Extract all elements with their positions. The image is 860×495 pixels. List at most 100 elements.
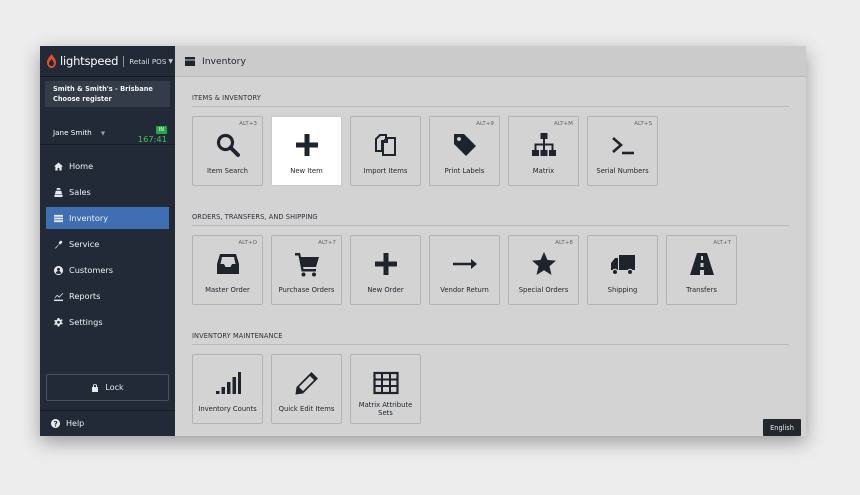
page-title: Inventory: [202, 55, 246, 67]
chevron-down-icon: ▼: [168, 57, 174, 65]
chart-icon: [53, 291, 64, 302]
truck-icon: [609, 250, 637, 278]
section-title: INVENTORY MAINTENANCE: [192, 332, 789, 345]
search-icon: [214, 131, 242, 159]
clock-in-badge: IN: [155, 125, 167, 134]
print-labels-button[interactable]: ALT+9 Print Labels: [429, 116, 500, 186]
sidebar-item-label: Customers: [69, 265, 114, 275]
shortcut-label: ALT+7: [318, 240, 336, 246]
shortcut-label: ALT+8: [555, 240, 573, 246]
lock-icon: [92, 384, 99, 392]
language-selector[interactable]: English: [763, 419, 801, 436]
sidebar-item-service[interactable]: Service: [46, 233, 169, 255]
sidebar-item-home[interactable]: Home: [46, 155, 169, 177]
wrench-icon: [53, 239, 64, 250]
quick-edit-items-button[interactable]: Quick Edit Items: [271, 354, 342, 424]
inventory-icon: [53, 213, 64, 224]
import-items-button[interactable]: Import Items: [350, 116, 421, 186]
product-name: Retail POS: [129, 56, 167, 66]
lock-button[interactable]: Lock: [46, 374, 169, 401]
tile-label: Inventory Counts: [198, 405, 257, 413]
serial-numbers-button[interactable]: ALT+S Serial Numbers: [587, 116, 658, 186]
time-clock[interactable]: IN 167:41: [138, 116, 167, 144]
road-icon: [688, 250, 716, 278]
tile-label: Print Labels: [444, 167, 485, 175]
item-search-button[interactable]: ALT+3 Item Search: [192, 116, 263, 186]
tile-label: Vendor Return: [440, 286, 489, 294]
shortcut-label: ALT+9: [476, 121, 494, 127]
vendor-return-button[interactable]: Vendor Return: [429, 235, 500, 305]
tile-label: Purchase Orders: [278, 286, 335, 294]
plus-icon: [372, 250, 400, 278]
section-items-inventory: ITEMS & INVENTORY ALT+3 Item Search New …: [192, 94, 789, 186]
gear-icon: [53, 317, 64, 328]
inventory-icon: [185, 56, 195, 66]
sidebar-item-customers[interactable]: Customers: [46, 259, 169, 281]
master-order-button[interactable]: ALT+O Master Order: [192, 235, 263, 305]
register-icon: [53, 187, 64, 198]
store-register-selector[interactable]: Smith & Smith's - Brisbane Choose regist…: [45, 81, 170, 107]
chevron-down-icon: ▼: [100, 131, 106, 137]
main-content: Inventory ITEMS & INVENTORY ALT+3 Item S…: [175, 46, 806, 436]
tile-label: Quick Edit Items: [278, 405, 335, 413]
page-header: Inventory: [175, 46, 806, 77]
sidebar-item-inventory[interactable]: Inventory: [46, 207, 169, 229]
help-button[interactable]: Help: [40, 410, 175, 436]
purchase-orders-button[interactable]: ALT+7 Purchase Orders: [271, 235, 342, 305]
tag-icon: [451, 131, 479, 159]
section-inventory-maintenance: INVENTORY MAINTENANCE Inventory Counts Q…: [192, 332, 789, 424]
section-title: ORDERS, TRANSFERS, AND SHIPPING: [192, 213, 789, 226]
transfers-button[interactable]: ALT+T Transfers: [666, 235, 737, 305]
shortcut-label: ALT+3: [239, 121, 257, 127]
cart-icon: [293, 250, 321, 278]
help-icon: [51, 419, 60, 428]
matrix-attribute-sets-button[interactable]: Matrix Attribute Sets: [350, 354, 421, 424]
shipping-button[interactable]: Shipping: [587, 235, 658, 305]
new-item-button[interactable]: New Item: [271, 116, 342, 186]
sidebar-item-label: Inventory: [69, 213, 109, 223]
sidebar-item-reports[interactable]: Reports: [46, 285, 169, 307]
clock-time: 167:41: [137, 133, 167, 144]
shortcut-label: ALT+T: [713, 240, 731, 246]
brand-header[interactable]: lightspeed Retail POS ▼: [40, 46, 175, 77]
user-name: Jane Smith: [53, 128, 92, 137]
sidebar-item-settings[interactable]: Settings: [46, 311, 169, 333]
tile-label: Matrix Attribute Sets: [358, 401, 413, 417]
tile-label: Special Orders: [518, 286, 569, 294]
user-icon: [53, 265, 64, 276]
shortcut-label: ALT+O: [238, 240, 257, 246]
help-label: Help: [66, 419, 85, 428]
sidebar-item-label: Sales: [69, 187, 91, 197]
sidebar-item-label: Service: [69, 239, 100, 249]
sidebar: lightspeed Retail POS ▼ Smith & Smith's …: [40, 46, 175, 436]
hierarchy-icon: [530, 131, 558, 159]
tile-label: New Item: [290, 167, 323, 175]
brand-name: lightspeed: [60, 54, 119, 68]
tile-label: Shipping: [607, 286, 638, 294]
tile-label: New Order: [367, 286, 404, 294]
store-name: Smith & Smith's - Brisbane: [53, 85, 153, 93]
main-nav: Home Sales Inventory Service Customers R…: [40, 155, 175, 333]
table-icon: [372, 369, 400, 397]
shortcut-label: ALT+S: [634, 121, 652, 127]
new-order-button[interactable]: New Order: [350, 235, 421, 305]
special-orders-button[interactable]: ALT+8 Special Orders: [508, 235, 579, 305]
terminal-icon: [609, 131, 637, 159]
plus-icon: [293, 131, 321, 159]
arrow-right-icon: [451, 250, 479, 278]
inbox-icon: [214, 250, 242, 278]
section-orders-transfers-shipping: ORDERS, TRANSFERS, AND SHIPPING ALT+O Ma…: [192, 213, 789, 305]
sidebar-item-label: Reports: [69, 291, 101, 301]
inventory-counts-button[interactable]: Inventory Counts: [192, 354, 263, 424]
star-icon: [530, 250, 558, 278]
user-menu[interactable]: Jane Smith ▼ IN 167:41: [40, 115, 175, 145]
tile-label: Transfers: [686, 286, 717, 294]
shortcut-label: ALT+M: [553, 121, 573, 127]
sidebar-item-label: Home: [69, 161, 94, 171]
tile-label: Serial Numbers: [596, 167, 649, 175]
home-icon: [53, 161, 64, 172]
sidebar-item-sales[interactable]: Sales: [46, 181, 169, 203]
matrix-button[interactable]: ALT+M Matrix: [508, 116, 579, 186]
sidebar-item-label: Settings: [69, 317, 103, 327]
lock-label: Lock: [105, 383, 124, 392]
